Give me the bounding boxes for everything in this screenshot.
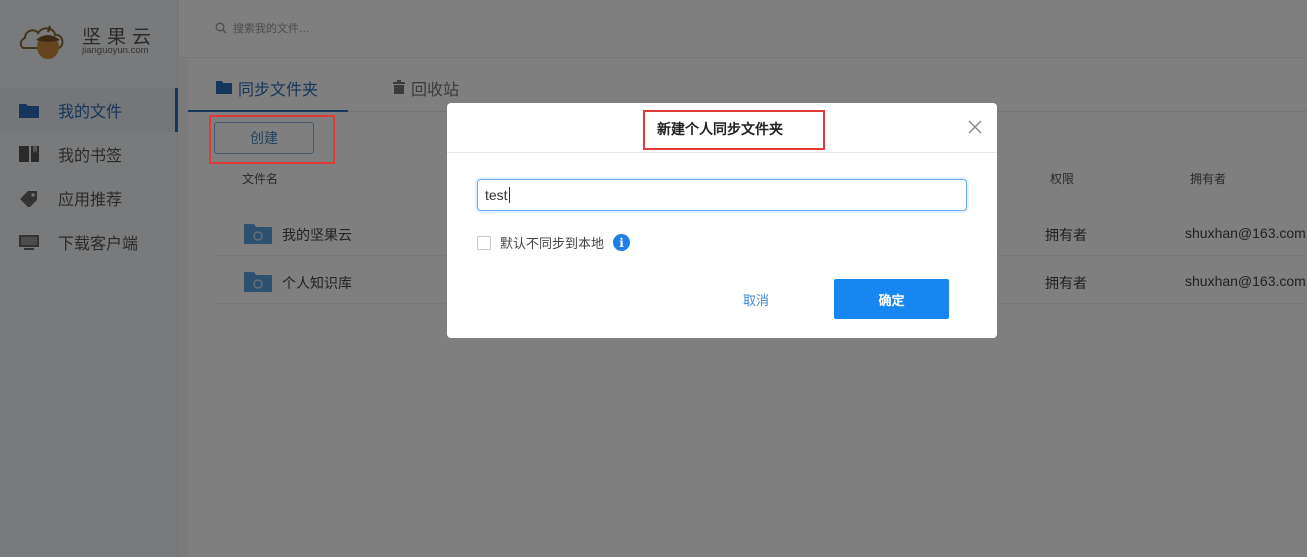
no-local-sync-checkbox[interactable] bbox=[477, 235, 491, 250]
text-caret bbox=[508, 187, 510, 203]
confirm-button[interactable]: 确定 bbox=[834, 279, 949, 319]
dialog-header: 新建个人同步文件夹 bbox=[447, 103, 997, 153]
no-local-sync-option: 默认不同步到本地 i bbox=[477, 233, 631, 252]
checkbox-label[interactable]: 默认不同步到本地 bbox=[500, 233, 604, 252]
close-icon[interactable] bbox=[967, 119, 983, 135]
folder-name-value: test bbox=[485, 187, 508, 203]
cancel-button[interactable]: 取消 bbox=[728, 279, 784, 319]
folder-name-input[interactable]: test bbox=[477, 179, 967, 211]
info-icon[interactable]: i bbox=[613, 234, 631, 251]
annotation-highlight-box bbox=[643, 110, 825, 150]
new-folder-dialog: 新建个人同步文件夹 test 默认不同步到本地 i 取消 确定 bbox=[447, 103, 997, 338]
annotation-highlight-box bbox=[209, 115, 335, 164]
